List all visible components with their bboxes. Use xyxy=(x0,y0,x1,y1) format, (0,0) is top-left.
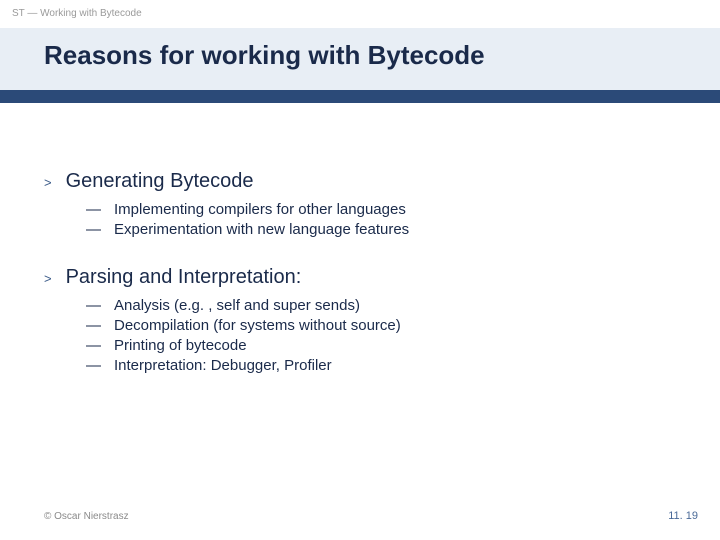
content-area: > Generating Bytecode — Implementing com… xyxy=(44,170,676,402)
list-item-text: Experimentation with new language featur… xyxy=(114,221,409,238)
page-title: Reasons for working with Bytecode xyxy=(44,40,485,71)
section-parsing: > Parsing and Interpretation: — Analysis… xyxy=(44,266,676,374)
footer-pagenum: 11. 19 xyxy=(668,510,698,522)
list-item-text: Implementing compilers for other languag… xyxy=(114,201,406,218)
list-item: — Implementing compilers for other langu… xyxy=(86,201,676,218)
chevron-right-icon: > xyxy=(44,176,52,189)
dash-icon: — xyxy=(86,201,102,218)
accent-bar xyxy=(0,90,720,103)
list-item-text: Interpretation: Debugger, Profiler xyxy=(114,357,332,374)
dash-icon: — xyxy=(86,297,102,314)
footer-copyright: © Oscar Nierstrasz xyxy=(44,511,129,522)
list-item: — Analysis (e.g. , self and super sends) xyxy=(86,297,676,314)
list-item-text: Decompilation (for systems without sourc… xyxy=(114,317,401,334)
dash-icon: — xyxy=(86,317,102,334)
dash-icon: — xyxy=(86,337,102,354)
section-heading: Generating Bytecode xyxy=(66,170,254,193)
list-item-text: Analysis (e.g. , self and super sends) xyxy=(114,297,360,314)
header-label: ST — Working with Bytecode xyxy=(12,8,142,19)
list-item: — Printing of bytecode xyxy=(86,337,676,354)
list-item: — Experimentation with new language feat… xyxy=(86,221,676,238)
dash-icon: — xyxy=(86,221,102,238)
list-item: — Decompilation (for systems without sou… xyxy=(86,317,676,334)
list-item: — Interpretation: Debugger, Profiler xyxy=(86,357,676,374)
list-item-text: Printing of bytecode xyxy=(114,337,247,354)
slide: ST — Working with Bytecode Reasons for w… xyxy=(0,0,720,540)
section-heading: Parsing and Interpretation: xyxy=(66,266,302,289)
chevron-right-icon: > xyxy=(44,272,52,285)
section-generating: > Generating Bytecode — Implementing com… xyxy=(44,170,676,238)
dash-icon: — xyxy=(86,357,102,374)
